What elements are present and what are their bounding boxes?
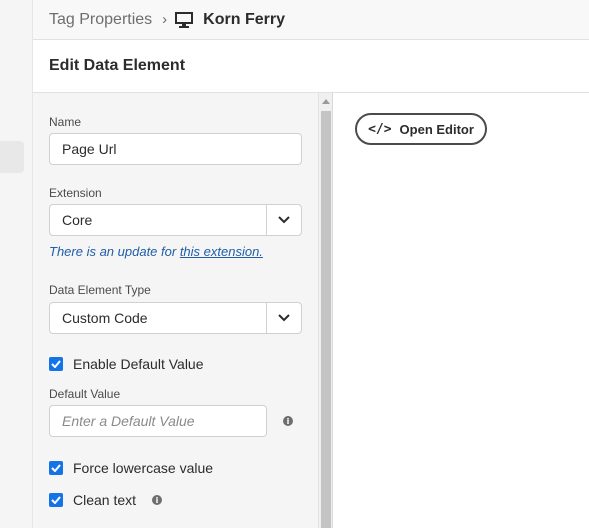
info-icon[interactable]: i bbox=[283, 416, 293, 426]
clean-text-label: Clean text bbox=[73, 492, 137, 508]
chevron-down-icon[interactable] bbox=[266, 303, 301, 333]
data-element-type-value: Custom Code bbox=[62, 310, 148, 326]
update-note-text: There is an update for bbox=[49, 244, 180, 259]
form-panel: Name Page Url Extension Core There is an… bbox=[33, 93, 318, 528]
page-header: Edit Data Element bbox=[33, 40, 589, 93]
chevron-down-icon[interactable] bbox=[266, 205, 301, 235]
breadcrumb-separator: › bbox=[162, 11, 168, 28]
code-icon: </> bbox=[368, 121, 392, 137]
scroll-up-arrow-icon[interactable] bbox=[322, 99, 330, 104]
update-extension-link[interactable]: this extension. bbox=[180, 244, 263, 259]
extension-picker[interactable]: Core bbox=[49, 204, 302, 236]
open-editor-button[interactable]: </> Open Editor bbox=[355, 113, 487, 145]
enable-default-value-checkbox[interactable] bbox=[49, 357, 63, 371]
extension-label: Extension bbox=[49, 186, 102, 200]
form-scrollbar[interactable] bbox=[318, 93, 333, 528]
default-value-input[interactable]: Enter a Default Value bbox=[49, 405, 267, 437]
open-editor-label: Open Editor bbox=[399, 121, 474, 137]
breadcrumb-current: Korn Ferry bbox=[203, 10, 285, 28]
force-lowercase-label: Force lowercase value bbox=[73, 460, 214, 476]
enable-default-value-row: Enable Default Value bbox=[49, 356, 204, 372]
name-input[interactable]: Page Url bbox=[49, 133, 302, 165]
data-element-type-picker[interactable]: Custom Code bbox=[49, 302, 302, 334]
rail-nav-item[interactable] bbox=[0, 141, 24, 173]
data-element-type-label: Data Element Type bbox=[49, 283, 151, 297]
scroll-thumb[interactable] bbox=[321, 111, 331, 528]
force-lowercase-row: Force lowercase value bbox=[49, 460, 213, 476]
clean-text-row: Clean text i bbox=[49, 492, 163, 508]
extension-value: Core bbox=[62, 212, 93, 228]
page-title: Edit Data Element bbox=[49, 57, 186, 74]
default-value-placeholder: Enter a Default Value bbox=[62, 413, 195, 429]
left-rail bbox=[0, 0, 33, 528]
breadcrumb-tag-properties[interactable]: Tag Properties bbox=[49, 11, 152, 29]
force-lowercase-checkbox[interactable] bbox=[49, 461, 63, 475]
extension-update-note: There is an update for this extension. bbox=[49, 244, 263, 259]
breadcrumb: Tag Properties › Korn Ferry bbox=[33, 0, 589, 40]
editor-pane: </> Open Editor bbox=[333, 93, 589, 528]
enable-default-value-label: Enable Default Value bbox=[73, 356, 204, 372]
default-value-label: Default Value bbox=[49, 387, 121, 401]
monitor-icon bbox=[175, 10, 195, 30]
clean-text-checkbox[interactable] bbox=[49, 493, 63, 507]
info-icon[interactable]: i bbox=[152, 495, 163, 505]
name-label: Name bbox=[49, 115, 82, 129]
